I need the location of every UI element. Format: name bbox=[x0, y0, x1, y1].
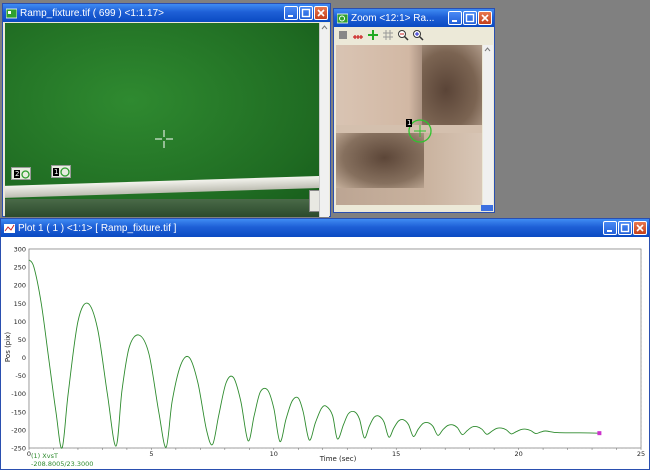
y-tick-label: 200 bbox=[14, 282, 26, 290]
x-tick-label: 15 bbox=[392, 450, 400, 458]
close-button[interactable] bbox=[314, 6, 328, 20]
x-tick-label: 25 bbox=[637, 450, 645, 458]
y-tick-label: 100 bbox=[14, 318, 26, 326]
legend-series-label: (1) XvsT bbox=[31, 452, 58, 460]
minimize-button[interactable] bbox=[448, 11, 462, 25]
minimize-button[interactable] bbox=[284, 6, 298, 20]
y-tick-label: -250 bbox=[11, 445, 26, 453]
maximize-icon bbox=[620, 223, 630, 233]
y-tick-label: 250 bbox=[14, 264, 26, 272]
maximize-icon bbox=[465, 13, 475, 23]
pan-tool-button[interactable] bbox=[337, 29, 349, 41]
x-tick-label: 10 bbox=[270, 450, 278, 458]
zoom-image[interactable]: 1 bbox=[336, 45, 482, 205]
plot-window-title: Plot 1 ( 1 ) <1:1> [ Ramp_fixture.tif ] bbox=[18, 222, 177, 234]
track-circle-icon bbox=[60, 167, 70, 177]
zoom-window[interactable]: Zoom <12:1> Ra... 1 bbox=[333, 8, 495, 213]
grid-tool-button[interactable] bbox=[382, 29, 394, 41]
video-window[interactable]: Ramp_fixture.tif ( 699 ) <1:1.17> 2 1 bbox=[2, 3, 331, 217]
track-circle-icon bbox=[21, 170, 30, 179]
zoom-toolbar bbox=[334, 27, 494, 43]
minimize-icon bbox=[288, 15, 293, 17]
y-tick-label: 300 bbox=[14, 246, 26, 254]
tracking-marker-1[interactable]: 1 bbox=[51, 165, 71, 178]
video-window-titlebar[interactable]: Ramp_fixture.tif ( 699 ) <1:1.17> bbox=[3, 4, 330, 22]
ramp bbox=[5, 175, 319, 198]
y-tick-label: -150 bbox=[11, 408, 26, 416]
plot-window-titlebar[interactable]: Plot 1 ( 1 ) <1:1> [ Ramp_fixture.tif ] bbox=[1, 219, 649, 237]
cursor-readout: -208.8005/23.3000 bbox=[31, 460, 93, 468]
x-axis-label: Time (sec) bbox=[319, 455, 357, 463]
zoom-in-icon bbox=[413, 30, 424, 41]
zoom-scroll-thumb[interactable] bbox=[481, 205, 493, 211]
close-button[interactable] bbox=[633, 221, 647, 235]
tracking-marker-2[interactable]: 2 bbox=[11, 167, 31, 180]
zoom-in-button[interactable] bbox=[412, 29, 424, 41]
plot-frame bbox=[28, 248, 642, 449]
series-endpoint-marker[interactable] bbox=[597, 431, 602, 436]
grid-icon bbox=[383, 30, 393, 40]
marker-label: 1 bbox=[53, 168, 60, 176]
y-tick-label: -100 bbox=[11, 390, 26, 398]
plot-window-icon bbox=[4, 223, 15, 233]
marker-edge bbox=[309, 190, 319, 212]
y-axis-label: Pos (pix) bbox=[4, 332, 12, 362]
y-tick-label: -50 bbox=[15, 372, 26, 380]
plot-area[interactable]: 300 250 200 150 100 50 0 -50 -100 -150 -200 -250 0 5 1… bbox=[1, 237, 649, 469]
close-button[interactable] bbox=[478, 11, 492, 25]
zoom-out-button[interactable] bbox=[397, 29, 409, 41]
maximize-button[interactable] bbox=[299, 6, 313, 20]
position-vs-time-chart[interactable]: 300250200150100500-50-100-150-200-2500 5 1… bbox=[1, 237, 649, 469]
zoom-window-titlebar[interactable]: Zoom <12:1> Ra... bbox=[334, 9, 494, 27]
y-tick-label: 150 bbox=[14, 300, 26, 308]
measure-tool-button[interactable] bbox=[352, 29, 364, 41]
zoom-window-icon bbox=[337, 13, 348, 23]
close-icon bbox=[317, 9, 325, 17]
move-tool-button[interactable] bbox=[367, 29, 379, 41]
scroll-up-icon bbox=[484, 47, 491, 52]
y-tick-label: 50 bbox=[18, 336, 26, 344]
ramp-shadow bbox=[5, 199, 319, 217]
maximize-icon bbox=[301, 8, 311, 18]
ruler-icon bbox=[353, 35, 363, 39]
zoom-window-title: Zoom <12:1> Ra... bbox=[351, 12, 435, 24]
zoom-out-icon bbox=[398, 30, 409, 41]
video-scrollbar[interactable] bbox=[319, 23, 329, 217]
close-icon bbox=[481, 14, 489, 22]
zoom-pixels-dark-top bbox=[422, 45, 482, 127]
x-tick-label: 5 bbox=[149, 450, 153, 458]
y-tick-label: -200 bbox=[11, 426, 26, 434]
maximize-button[interactable] bbox=[618, 221, 632, 235]
crosshair-cursor-icon bbox=[155, 130, 173, 148]
video-window-icon bbox=[6, 8, 17, 18]
x-tick-label: 20 bbox=[514, 450, 522, 458]
close-icon bbox=[636, 224, 644, 232]
scroll-up-icon bbox=[321, 25, 328, 30]
video-window-title: Ramp_fixture.tif ( 699 ) <1:1.17> bbox=[20, 7, 164, 19]
zoom-scrollbar[interactable] bbox=[483, 45, 493, 205]
y-tick-label: 0 bbox=[22, 354, 26, 362]
maximize-button[interactable] bbox=[463, 11, 477, 25]
minimize-button[interactable] bbox=[603, 221, 617, 235]
video-frame[interactable]: 2 1 bbox=[5, 23, 319, 217]
marker-label: 2 bbox=[14, 170, 21, 178]
hand-icon bbox=[339, 31, 347, 39]
move-icon bbox=[368, 30, 378, 40]
zoom-marker-label: 1 bbox=[406, 119, 413, 127]
plot-window[interactable]: Plot 1 ( 1 ) <1:1> [ Ramp_fixture.tif ] … bbox=[0, 218, 650, 470]
minimize-icon bbox=[452, 20, 457, 22]
minimize-icon bbox=[607, 230, 612, 232]
